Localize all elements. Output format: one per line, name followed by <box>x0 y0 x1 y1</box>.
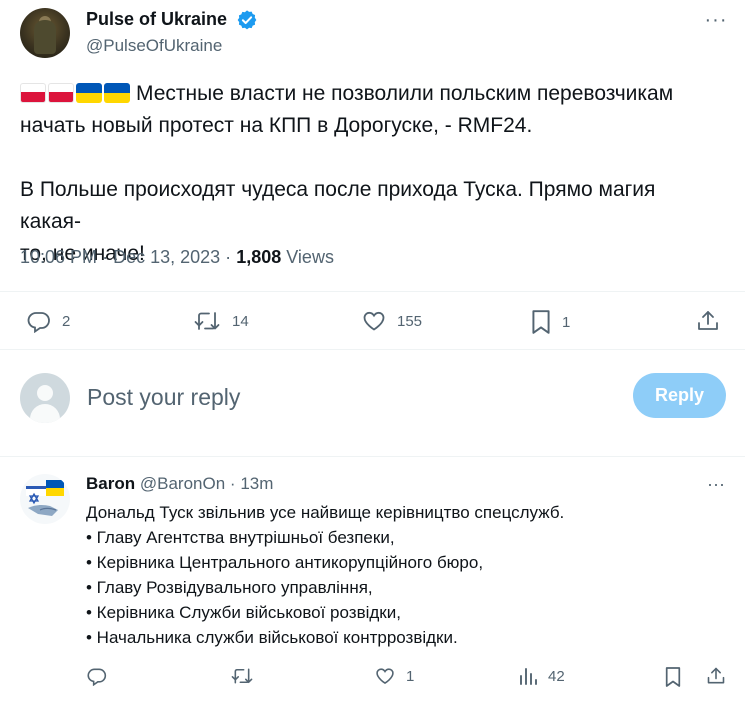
author-handle[interactable]: @PulseOfUkraine <box>86 36 222 56</box>
poland-flag-icon <box>20 83 46 103</box>
default-avatar-body <box>30 404 60 423</box>
bookmark-icon <box>665 667 681 687</box>
tweet-text-line: Местные власти не позволили польским пер… <box>136 82 674 105</box>
bookmark-count: 1 <box>562 313 571 331</box>
reply-author-handle[interactable]: @BaronOn <box>140 474 225 493</box>
meta-dot: · <box>225 247 232 267</box>
avatar-figure-body <box>34 20 56 54</box>
share-icon <box>707 667 725 684</box>
reply-icon <box>87 668 107 686</box>
tweet-text: Местные власти не позволили польским пер… <box>20 78 720 270</box>
like-action[interactable]: 1 <box>374 666 414 686</box>
views-label: Views <box>286 247 334 267</box>
reply-action[interactable] <box>86 666 108 686</box>
reply-button[interactable]: Reply <box>633 373 726 418</box>
author-name[interactable]: Pulse of Ukraine <box>86 9 227 30</box>
ukraine-flag-icon <box>76 83 102 103</box>
reply-author-avatar[interactable] <box>20 474 70 524</box>
default-avatar-head <box>37 385 53 401</box>
reply-action[interactable]: 2 <box>26 309 70 333</box>
repost-icon <box>231 668 253 684</box>
more-icon[interactable]: ··· <box>703 9 729 31</box>
tweet-time[interactable]: 10:06 PM <box>20 247 97 267</box>
reply-text-line: • Керівника Служби військової розвідки, <box>86 603 401 622</box>
meta-dot: · <box>229 474 236 493</box>
views-count: 1,808 <box>236 247 282 267</box>
tweet-text-line: В Польше происходят чудеса после прихода… <box>20 178 656 233</box>
meta-dot: · <box>102 247 109 267</box>
tweet-text-line: начать новый протест на КПП в Дорогуске,… <box>20 114 533 137</box>
repost-count: 14 <box>232 312 249 330</box>
divider <box>0 456 745 457</box>
bookmark-action[interactable] <box>664 666 682 688</box>
like-count: 155 <box>397 312 423 330</box>
default-avatar-icon <box>20 373 70 423</box>
reply-header: Baron @BaronOn · 13m <box>86 474 273 494</box>
share-action[interactable] <box>706 666 726 686</box>
reply-author-name[interactable]: Baron <box>86 474 135 493</box>
reply-text: Дональд Туск звільнив усе найвище керівн… <box>86 500 726 650</box>
reply-time[interactable]: 13m <box>240 474 273 493</box>
tweet-date[interactable]: Dec 13, 2023 <box>113 247 220 267</box>
like-icon <box>376 668 394 685</box>
share-icon <box>698 311 718 330</box>
like-icon <box>363 311 385 331</box>
verified-badge-icon <box>237 10 257 30</box>
repost-icon <box>194 312 220 330</box>
views-icon <box>520 668 537 685</box>
like-action[interactable]: 155 <box>361 309 422 333</box>
author-avatar[interactable] <box>20 8 70 58</box>
divider <box>0 349 745 350</box>
reply-input[interactable]: Post your reply <box>87 380 587 414</box>
repost-action[interactable] <box>230 666 254 686</box>
reply-text-line: • Начальника служби військової контррозв… <box>86 628 458 647</box>
tweet-meta: 10:06 PM · Dec 13, 2023 · 1,808 Views <box>20 247 334 268</box>
repost-action[interactable]: 14 <box>192 309 249 333</box>
reply-icon <box>27 312 50 333</box>
reply-like-count: 1 <box>406 667 415 685</box>
reply-text-line: • Керівника Центрального антикорупційног… <box>86 553 484 572</box>
reply-views-count: 42 <box>548 667 565 685</box>
reply-text-line: • Главу Розвідувального управління, <box>86 578 373 597</box>
bookmark-action[interactable]: 1 <box>530 309 570 335</box>
divider <box>0 291 745 292</box>
bookmark-icon <box>532 310 550 334</box>
reply-text-line: Дональд Туск звільнив усе найвище керівн… <box>86 503 565 522</box>
more-icon[interactable]: ··· <box>703 474 729 494</box>
reply-count: 2 <box>62 312 71 330</box>
ukraine-flag-icon <box>104 83 130 103</box>
flags-emoji <box>20 83 130 103</box>
poland-flag-icon <box>48 83 74 103</box>
views-action[interactable]: 42 <box>518 666 565 686</box>
reply-text-line: • Главу Агентства внутрішньої безпеки, <box>86 528 395 547</box>
share-action[interactable] <box>696 309 720 333</box>
tweet-paragraph-1: Местные власти не позволили польским пер… <box>20 78 720 142</box>
